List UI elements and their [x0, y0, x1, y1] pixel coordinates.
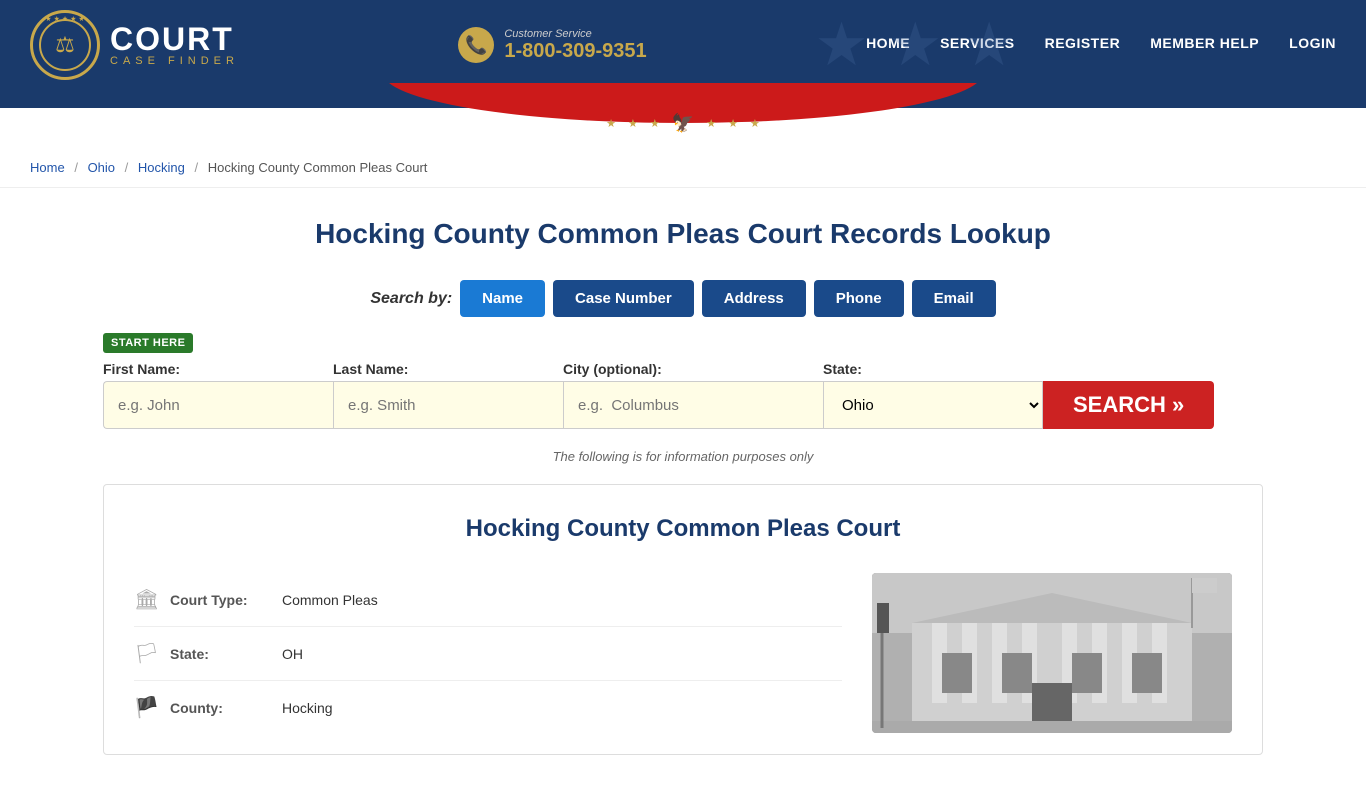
first-name-input[interactable] [103, 381, 333, 429]
logo-case-finder-label: CASE FINDER [110, 55, 239, 67]
county-row: 🏴 County: Hocking [134, 681, 842, 734]
first-name-group: First Name: [103, 361, 333, 429]
logo-inner-icon: ⚖ [39, 19, 91, 71]
star-left-1: ★ [606, 117, 616, 130]
bg-stars: ★ ★ ★ [815, 10, 1016, 80]
courthouse-svg [872, 573, 1232, 733]
last-name-group: Last Name: [333, 361, 563, 429]
logo-text: COURT CASE FINDER [110, 23, 239, 67]
tab-name[interactable]: Name [460, 280, 545, 317]
bg-star-1: ★ [815, 10, 869, 80]
phone-number: 1-800-309-9351 [504, 40, 646, 63]
court-type-row: 🏛 Court Type: Common Pleas [134, 573, 842, 627]
search-button[interactable]: SEARCH » [1043, 381, 1214, 429]
breadcrumb-sep-3: / [195, 160, 199, 175]
breadcrumb-hocking[interactable]: Hocking [138, 160, 185, 175]
logo-court-label: COURT [110, 23, 239, 55]
state-detail-label: State: [170, 646, 270, 662]
logo-area: ⚖ ★ ★ ★ ★ ★ COURT CASE FINDER [30, 10, 239, 80]
logo-stars: ★ ★ ★ ★ ★ [45, 15, 84, 23]
logo-circle: ⚖ ★ ★ ★ ★ ★ [30, 10, 100, 80]
bg-star-3: ★ [962, 10, 1016, 80]
city-group: City (optional): [563, 361, 823, 429]
info-note: The following is for information purpose… [103, 449, 1263, 464]
form-fields-row: First Name: Last Name: City (optional): … [103, 361, 1263, 429]
main-content: Hocking County Common Pleas Court Record… [83, 188, 1283, 785]
first-name-label: First Name: [103, 361, 333, 377]
state-group: State: Ohio Alabama Alaska Arizona [823, 361, 1043, 429]
court-type-icon: 🏛 [134, 587, 158, 612]
court-details-layout: 🏛 Court Type: Common Pleas 🏳 State: OH 🏴… [134, 573, 1232, 734]
page-title: Hocking County Common Pleas Court Record… [103, 218, 1263, 250]
nav-login[interactable]: LOGIN [1289, 35, 1336, 55]
tab-address[interactable]: Address [702, 280, 806, 317]
star-left-2: ★ [628, 117, 638, 130]
county-value: Hocking [282, 700, 333, 716]
city-label: City (optional): [563, 361, 823, 377]
courthouse-image [872, 573, 1232, 733]
breadcrumb-sep-2: / [125, 160, 129, 175]
search-by-row: Search by: Name Case Number Address Phon… [103, 280, 1263, 317]
county-label: County: [170, 700, 270, 716]
search-form-area: START HERE First Name: Last Name: City (… [103, 333, 1263, 429]
star-left-3: ★ [650, 117, 660, 130]
customer-service-label: Customer Service [504, 28, 646, 40]
court-details-left: 🏛 Court Type: Common Pleas 🏳 State: OH 🏴… [134, 573, 842, 734]
phone-area: 📞 Customer Service 1-800-309-9351 [458, 27, 646, 63]
bg-star-2: ★ [888, 10, 942, 80]
start-here-badge: START HERE [103, 333, 193, 353]
breadcrumb: Home / Ohio / Hocking / Hocking County C… [0, 148, 1366, 188]
breadcrumb-ohio[interactable]: Ohio [88, 160, 115, 175]
phone-icon: 📞 [458, 27, 494, 63]
hero-band: ★ ★ ★ 🦅 ★ ★ ★ [0, 90, 1366, 108]
breadcrumb-home[interactable]: Home [30, 160, 65, 175]
last-name-label: Last Name: [333, 361, 563, 377]
state-row: 🏳 State: OH [134, 627, 842, 681]
last-name-input[interactable] [333, 381, 563, 429]
star-right-1: ★ [706, 117, 716, 130]
nav-member-help[interactable]: MEMBER HELP [1150, 35, 1259, 55]
search-button-label: SEARCH » [1073, 392, 1184, 418]
tab-phone[interactable]: Phone [814, 280, 904, 317]
tab-email[interactable]: Email [912, 280, 996, 317]
eagle-stars-row: ★ ★ ★ 🦅 ★ ★ ★ [606, 113, 760, 134]
eagle-container: ★ ★ ★ 🦅 ★ ★ ★ [606, 113, 760, 134]
county-icon: 🏴 [134, 695, 158, 720]
state-detail-value: OH [282, 646, 303, 662]
site-header: ★ ★ ★ ⚖ ★ ★ ★ ★ ★ COURT CASE FINDER 📞 Cu… [0, 0, 1366, 90]
phone-text: Customer Service 1-800-309-9351 [504, 28, 646, 63]
court-info-box: Hocking County Common Pleas Court 🏛 Cour… [103, 484, 1263, 755]
court-info-title: Hocking County Common Pleas Court [134, 515, 1232, 543]
eagle-icon: 🦅 [672, 113, 694, 134]
courthouse-illustration [872, 573, 1232, 733]
star-right-3: ★ [750, 117, 760, 130]
state-select[interactable]: Ohio Alabama Alaska Arizona [823, 381, 1043, 429]
court-type-value: Common Pleas [282, 592, 378, 608]
state-icon: 🏳 [134, 641, 158, 666]
nav-register[interactable]: REGISTER [1045, 35, 1121, 55]
city-input[interactable] [563, 381, 823, 429]
search-by-label: Search by: [370, 290, 452, 308]
court-type-label: Court Type: [170, 592, 270, 608]
star-right-2: ★ [728, 117, 738, 130]
breadcrumb-current: Hocking County Common Pleas Court [208, 160, 428, 175]
breadcrumb-sep-1: / [74, 160, 78, 175]
state-label: State: [823, 361, 1043, 377]
tab-case-number[interactable]: Case Number [553, 280, 694, 317]
